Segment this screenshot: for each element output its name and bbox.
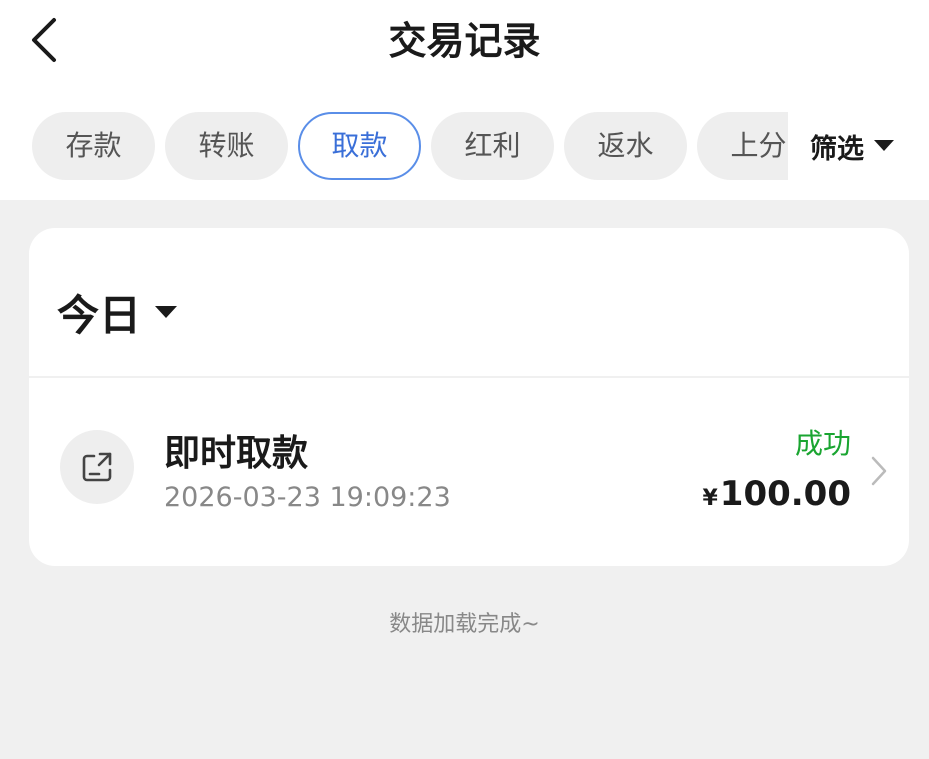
caret-down-icon <box>155 305 178 318</box>
currency-symbol: ¥ <box>702 486 718 511</box>
filter-button[interactable]: 筛选 <box>810 112 894 180</box>
tab-transfer[interactable]: 转账 <box>165 112 288 180</box>
transaction-amount: ¥100.00 <box>702 474 851 514</box>
page-title: 交易记录 <box>388 19 541 63</box>
records-card: 今日 即时取款 2026-03-23 19:09:23 成功 ¥100.00 <box>29 228 909 566</box>
category-tabs[interactable]: 存款 转账 取款 红利 返水 上分 <box>0 112 788 180</box>
tab-bonus[interactable]: 红利 <box>431 112 554 180</box>
transaction-title: 即时取款 <box>164 433 309 474</box>
tab-withdraw[interactable]: 取款 <box>298 112 421 180</box>
header-area: 交易记录 存款 转账 取款 红利 返水 上分 筛选 <box>0 0 929 200</box>
caret-down-icon <box>874 140 894 151</box>
status-badge: 成功 <box>794 427 851 460</box>
transaction-time: 2026-03-23 19:09:23 <box>164 482 451 513</box>
chevron-right-icon <box>871 456 887 486</box>
withdraw-icon <box>60 430 134 504</box>
load-complete-note: 数据加载完成~ <box>389 612 540 637</box>
filter-label: 筛选 <box>810 133 864 165</box>
transaction-row[interactable]: 即时取款 2026-03-23 19:09:23 成功 ¥100.00 <box>29 378 909 566</box>
amount-value: 100.00 <box>719 474 851 514</box>
tab-credit-up[interactable]: 上分 <box>697 112 788 180</box>
date-label: 今日 <box>57 290 142 340</box>
tab-deposit[interactable]: 存款 <box>32 112 155 180</box>
tab-rebate[interactable]: 返水 <box>564 112 687 180</box>
date-selector[interactable]: 今日 <box>57 280 178 344</box>
